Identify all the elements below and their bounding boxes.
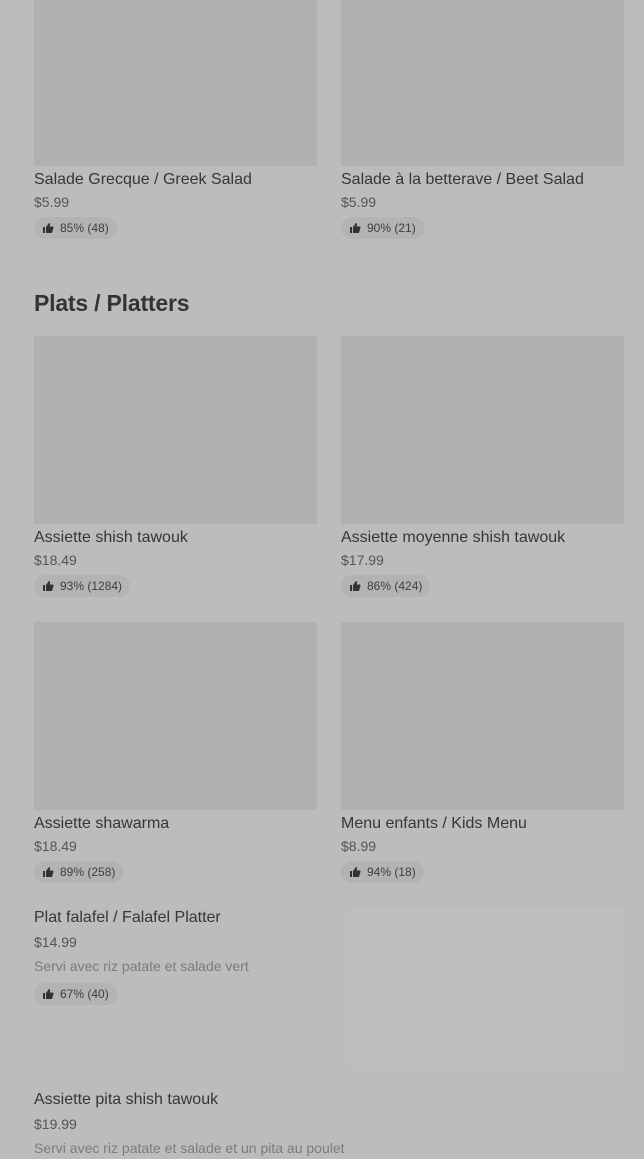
thumbs-up-icon (42, 580, 54, 592)
rating-badge: 85% (48) (34, 217, 117, 239)
item-price: $8.99 (341, 838, 377, 854)
item-description: Servi avec riz patate et salade et un pi… (34, 1140, 345, 1156)
item-name: Assiette pita shish tawouk (34, 1091, 219, 1108)
thumbs-up-icon (42, 866, 54, 878)
menu-item-card[interactable]: Menu enfants / Kids Menu $8.99 94% (18) (341, 622, 624, 883)
rating-text: 86% (424) (367, 579, 423, 593)
thumbs-up-icon (349, 580, 361, 592)
menu-page: Salade Grecque / Greek Salad $5.99 85% (… (0, 0, 644, 1159)
menu-item-card[interactable]: Assiette shawarma $18.49 89% (258) (34, 622, 317, 883)
section-title: Plats / Platters (34, 290, 190, 316)
item-name: Plat falafel / Falafel Platter (34, 909, 221, 926)
thumbs-up-icon (349, 866, 361, 878)
thumbs-up-icon (42, 988, 54, 1000)
menu-item-card[interactable]: Salade à la betterave / Beet Salad $5.99… (341, 0, 624, 239)
menu-item-card[interactable]: Assiette moyenne shish tawouk $17.99 86%… (341, 336, 624, 597)
rating-text: 94% (18) (367, 865, 416, 879)
item-name: Salade à la betterave / Beet Salad (341, 171, 584, 188)
rating-text: 85% (48) (60, 221, 109, 235)
item-image (348, 910, 624, 1065)
item-image (34, 622, 317, 810)
item-price: $14.99 (34, 934, 77, 950)
rating-badge: 94% (18) (341, 861, 424, 883)
thumbs-up-icon (42, 222, 54, 234)
thumbs-up-icon (349, 222, 361, 234)
item-price: $19.99 (34, 1116, 77, 1132)
item-name: Assiette moyenne shish tawouk (341, 529, 566, 546)
menu-item-card[interactable]: Assiette shish tawouk $18.49 93% (1284) (34, 336, 317, 597)
item-image (34, 0, 317, 166)
menu-list-item[interactable]: Plat falafel / Falafel Platter $14.99 Se… (34, 910, 249, 1005)
item-name: Salade Grecque / Greek Salad (34, 171, 252, 188)
item-image (341, 622, 624, 810)
item-price: $5.99 (341, 194, 377, 210)
item-price: $5.99 (34, 194, 70, 210)
item-price: $18.49 (34, 838, 77, 854)
menu-list-item[interactable]: Assiette pita shish tawouk $19.99 Servi … (34, 1091, 345, 1156)
item-image (341, 0, 624, 166)
item-price: $17.99 (341, 552, 384, 568)
item-price: $18.49 (34, 552, 77, 568)
rating-text: 67% (40) (60, 987, 109, 1001)
item-name: Assiette shish tawouk (34, 529, 188, 546)
rating-badge: 67% (40) (34, 983, 117, 1005)
rating-text: 93% (1284) (60, 579, 123, 593)
rating-text: 90% (21) (367, 221, 416, 235)
menu-item-card[interactable]: Salade Grecque / Greek Salad $5.99 85% (… (34, 0, 317, 239)
rating-badge: 86% (424) (341, 575, 431, 597)
item-name: Assiette shawarma (34, 815, 170, 832)
rating-text: 89% (258) (60, 865, 116, 879)
rating-badge: 89% (258) (34, 861, 124, 883)
rating-badge: 90% (21) (341, 217, 424, 239)
item-image (34, 336, 317, 524)
rating-badge: 93% (1284) (34, 575, 131, 597)
item-description: Servi avec riz patate et salade vert (34, 958, 249, 974)
item-name: Menu enfants / Kids Menu (341, 815, 527, 832)
item-image (341, 336, 624, 524)
